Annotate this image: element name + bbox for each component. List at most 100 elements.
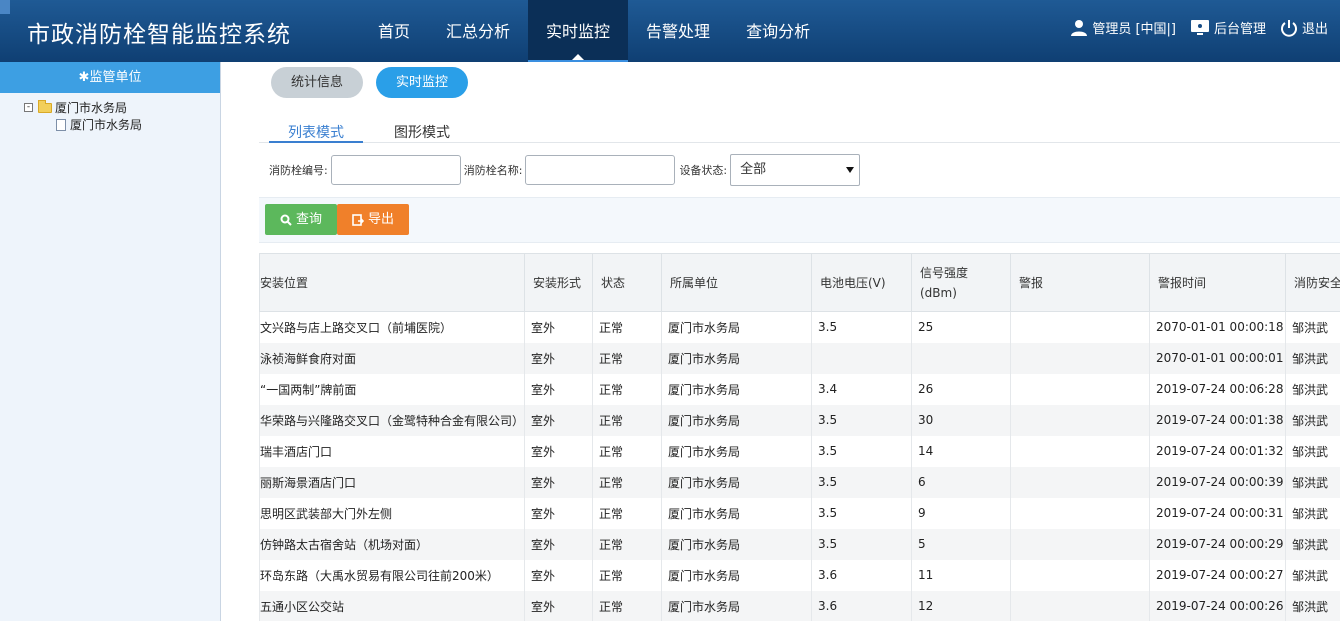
hydrant-no-input[interactable] bbox=[330, 155, 461, 185]
col-install-type[interactable]: 安装形式 bbox=[524, 253, 593, 312]
status-label: 设备状态: bbox=[679, 164, 728, 177]
logout-link[interactable]: 退出 bbox=[1280, 18, 1328, 37]
main-content: 统计信息 实时监控 列表模式 图形模式 消防栓编号: 消防栓名称: 设备状态: … bbox=[259, 62, 1340, 621]
sidebar: ✱监管单位 - 厦门市水务局 厦门市水务局 bbox=[0, 62, 221, 621]
cell-battery-voltage: 3.6 bbox=[811, 590, 912, 621]
export-icon bbox=[352, 213, 364, 226]
table-row[interactable]: 五通小区公交站 室外 正常 厦门市水务局 3.6 12 2019-07-24 00:00:2… bbox=[259, 590, 1340, 621]
nav-home[interactable]: 首页 bbox=[360, 0, 428, 62]
col-signal-strength[interactable]: 信号强度(dBm) bbox=[911, 253, 1011, 312]
corner-tab bbox=[0, 0, 10, 14]
col-install-location[interactable]: 安装位置 bbox=[259, 253, 525, 312]
cell-alarm bbox=[1010, 404, 1150, 436]
tree-node-label: 厦门市水务局 bbox=[70, 118, 143, 132]
cell-install-type: 室外 bbox=[524, 373, 593, 405]
chevron-down-icon bbox=[846, 167, 855, 173]
cell-status: 正常 bbox=[592, 466, 662, 498]
table-row[interactable]: 华荣路与兴隆路交叉口（金鹭特种合金有限公司） 室外 正常 厦门市水务局 3.5 30 201… bbox=[259, 404, 1340, 436]
gear-icon: ✱ bbox=[78, 70, 90, 85]
cell-status: 正常 bbox=[592, 528, 662, 560]
org-tree: - 厦门市水务局 厦门市水务局 bbox=[0, 93, 220, 133]
cell-battery-voltage: 3.5 bbox=[811, 497, 912, 529]
logout-label: 退出 bbox=[1301, 22, 1328, 37]
hydrant-no-label: 消防栓编号: bbox=[269, 164, 328, 177]
query-button[interactable]: 查询 bbox=[265, 204, 337, 235]
table-row[interactable]: 思明区武装部大门外左侧 室外 正常 厦门市水务局 3.5 9 2019-07-24 00:0… bbox=[259, 497, 1340, 529]
cell-install-location: 环岛东路（大禹水贸易有限公司往前200米） bbox=[259, 559, 525, 591]
table-row[interactable]: “一国两制”牌前面 室外 正常 厦门市水务局 3.4 26 2019-07-24 00:06… bbox=[259, 373, 1340, 405]
status-select-value: 全部 bbox=[740, 162, 767, 177]
export-button[interactable]: 导出 bbox=[337, 204, 409, 235]
cell-alarm-time: 2019-07-24 00:01:38 bbox=[1149, 404, 1286, 436]
cell-alarm bbox=[1010, 466, 1150, 498]
cell-fire-safety: 邹洪武 bbox=[1285, 497, 1340, 529]
sidebar-title: 监管单位 bbox=[89, 70, 142, 85]
cell-unit: 厦门市水务局 bbox=[661, 342, 812, 374]
table-row[interactable]: 瑞丰酒店门口 室外 正常 厦门市水务局 3.5 14 2019-07-24 00:01:32… bbox=[259, 435, 1340, 467]
status-select[interactable]: 全部 bbox=[730, 154, 861, 186]
power-icon bbox=[1281, 19, 1297, 37]
cell-battery-voltage: 3.5 bbox=[811, 528, 912, 560]
cell-battery-voltage: 3.4 bbox=[811, 373, 912, 405]
cell-signal-strength: 26 bbox=[911, 373, 1011, 405]
cell-status: 正常 bbox=[592, 373, 662, 405]
cell-unit: 厦门市水务局 bbox=[661, 497, 812, 529]
cell-install-location: 华荣路与兴隆路交叉口（金鹭特种合金有限公司） bbox=[259, 404, 525, 436]
nav-realtime-monitor[interactable]: 实时监控 bbox=[528, 0, 629, 62]
tree-node-label: 厦门市水务局 bbox=[55, 101, 128, 115]
cell-fire-safety: 邹洪武 bbox=[1285, 559, 1340, 591]
filter-bar: 消防栓编号: 消防栓名称: 设备状态: 全部 bbox=[259, 153, 861, 187]
cell-install-location: “一国两制”牌前面 bbox=[259, 373, 525, 405]
admin-link[interactable]: 后台管理 bbox=[1190, 18, 1266, 37]
col-alarm-time[interactable]: 警报时间 bbox=[1149, 253, 1286, 312]
top-bar: 市政消防栓智能监控系统 首页 汇总分析 实时监控 告警处理 查询分析 管理员 [… bbox=[0, 0, 1340, 62]
user-menu[interactable]: 管理员 [中国|] bbox=[1070, 18, 1176, 37]
cell-install-type: 室外 bbox=[524, 497, 593, 529]
tree-node-child[interactable]: 厦门市水务局 bbox=[24, 116, 220, 133]
cell-unit: 厦门市水务局 bbox=[661, 404, 812, 436]
cell-install-type: 室外 bbox=[524, 435, 593, 467]
cell-signal-strength bbox=[911, 342, 1011, 374]
cell-fire-safety: 邹洪武 bbox=[1285, 466, 1340, 498]
tab-list-mode[interactable]: 列表模式 bbox=[269, 122, 363, 143]
cell-signal-strength: 5 bbox=[911, 528, 1011, 560]
cell-status: 正常 bbox=[592, 311, 662, 343]
nav-alarm-handling[interactable]: 告警处理 bbox=[628, 0, 728, 62]
query-button-label: 查询 bbox=[295, 212, 322, 227]
hydrant-name-label: 消防栓名称: bbox=[463, 164, 523, 177]
cell-alarm-time: 2019-07-24 00:01:32 bbox=[1149, 435, 1286, 467]
cell-install-location: 泳祯海鲜食府对面 bbox=[259, 342, 525, 374]
hydrant-name-input[interactable] bbox=[525, 155, 676, 185]
cell-signal-strength: 9 bbox=[911, 497, 1011, 529]
col-alarm[interactable]: 警报 bbox=[1010, 253, 1150, 312]
search-icon bbox=[280, 214, 292, 226]
cell-alarm-time: 2019-07-24 00:00:39 bbox=[1149, 466, 1286, 498]
monitor-table: 安装位置 安装形式 状态 所属单位 电池电压(V) 信号强度(dBm) 警报 警… bbox=[259, 253, 1340, 621]
export-button-label: 导出 bbox=[367, 212, 394, 227]
tree-node-root[interactable]: - 厦门市水务局 bbox=[24, 99, 220, 116]
cell-alarm-time: 2019-07-24 00:06:28 bbox=[1149, 373, 1286, 405]
table-row[interactable]: 仿钟路太古宿舍站（机场对面） 室外 正常 厦门市水务局 3.5 5 2019-07-24 0… bbox=[259, 528, 1340, 560]
collapse-icon[interactable]: - bbox=[24, 103, 33, 112]
admin-label: 后台管理 bbox=[1213, 22, 1266, 37]
tab-statistics[interactable]: 统计信息 bbox=[271, 67, 363, 98]
tab-realtime[interactable]: 实时监控 bbox=[376, 67, 468, 98]
table-row[interactable]: 环岛东路（大禹水贸易有限公司往前200米） 室外 正常 厦门市水务局 3.6 11 2019… bbox=[259, 559, 1340, 591]
table-row[interactable]: 泳祯海鲜食府对面 室外 正常 厦门市水务局 2070-01-01 00:00:01 邹洪武 bbox=[259, 342, 1340, 374]
table-row[interactable]: 丽斯海景酒店门口 室外 正常 厦门市水务局 3.5 6 2019-07-24 00:00:3… bbox=[259, 466, 1340, 498]
tab-graph-mode[interactable]: 图形模式 bbox=[394, 122, 450, 142]
cell-install-type: 室外 bbox=[524, 404, 593, 436]
cell-install-type: 室外 bbox=[524, 342, 593, 374]
col-fire-safety[interactable]: 消防安全 bbox=[1285, 253, 1340, 312]
user-label: 管理员 [中国|] bbox=[1092, 22, 1176, 37]
cell-signal-strength: 30 bbox=[911, 404, 1011, 436]
nav-summary-analysis[interactable]: 汇总分析 bbox=[428, 0, 528, 62]
cell-status: 正常 bbox=[592, 590, 662, 621]
cell-install-type: 室外 bbox=[524, 311, 593, 343]
col-unit[interactable]: 所属单位 bbox=[661, 253, 812, 312]
table-row[interactable]: 文兴路与店上路交叉口（前埔医院） 室外 正常 厦门市水务局 3.5 25 2070-01-0… bbox=[259, 311, 1340, 343]
col-status[interactable]: 状态 bbox=[592, 253, 662, 312]
sidebar-header: ✱监管单位 bbox=[0, 62, 220, 93]
col-battery-voltage[interactable]: 电池电压(V) bbox=[811, 253, 912, 312]
nav-query-analysis[interactable]: 查询分析 bbox=[728, 0, 828, 62]
